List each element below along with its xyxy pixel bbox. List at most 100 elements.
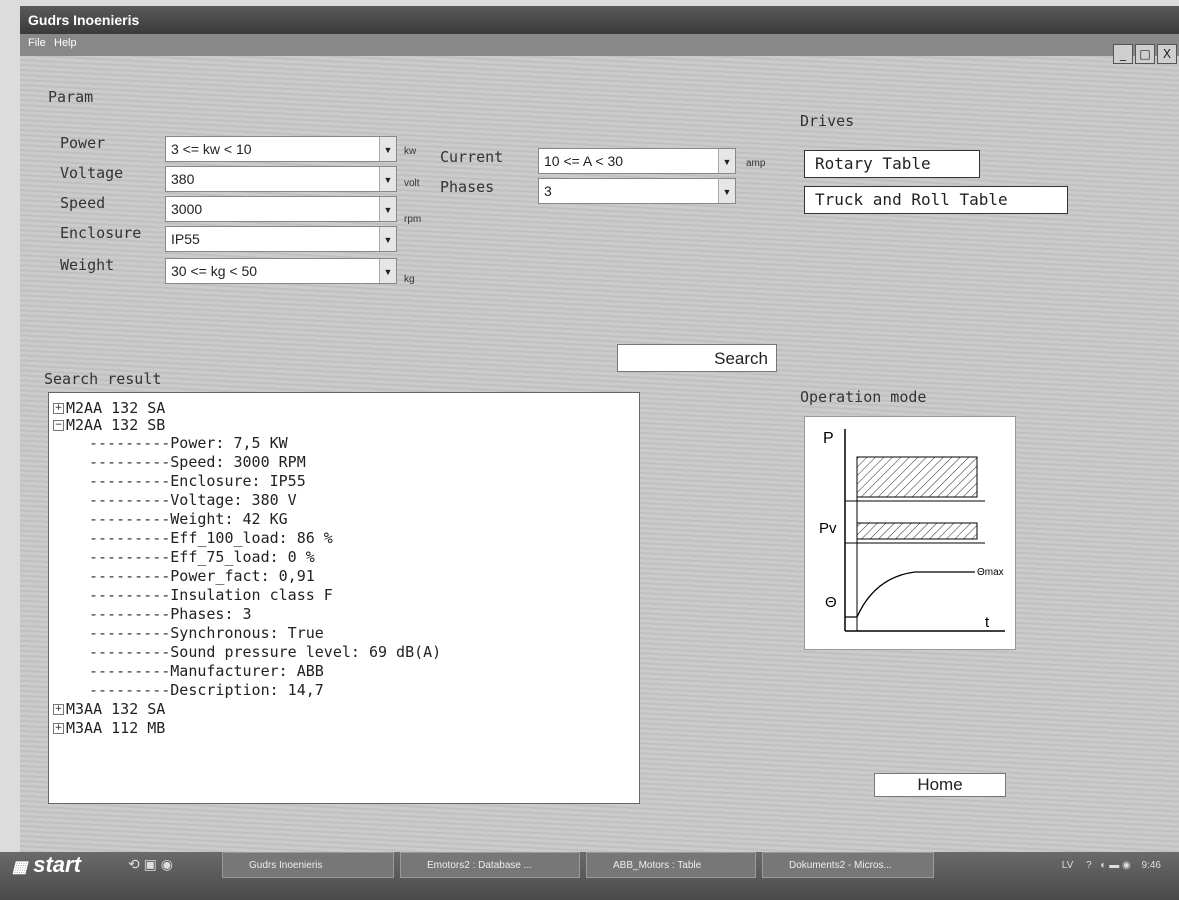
phases-value: 3 [544,183,552,199]
chevron-down-icon[interactable]: ▼ [379,227,396,251]
enclosure-combo[interactable]: IP55 ▼ [165,226,397,252]
tree-node-label: M2AA 132 SB [66,416,166,434]
speed-combo[interactable]: 3000 ▼ [165,196,397,222]
tree-node[interactable]: + M2AA 132 SA [53,399,165,417]
weight-label: Weight [60,256,115,274]
voltage-unit: volt [404,178,420,189]
enclosure-label: Enclosure [60,224,142,242]
operation-mode-svg: P Pv Θ Θmax t [819,429,1005,632]
expand-icon[interactable]: + [53,723,64,734]
detail-phases: Phases: 3 [170,605,252,623]
menu-help[interactable]: Help [54,37,77,49]
theta-max-label: Θmax [977,567,1004,578]
detail-sound: Sound pressure level: 69 dB(A) [170,643,442,661]
current-value: 10 <= A < 30 [544,153,624,169]
tree-leaf[interactable]: ---------Power: 7,5 KW [89,434,288,452]
detail-power-fact: Power_fact: 0,91 [170,567,315,585]
tree-node[interactable]: − M2AA 132 SB [53,416,165,434]
truck-roll-table-button[interactable]: Truck and Roll Table [804,186,1068,214]
tree-leaf[interactable]: ---------Synchronous: True [89,624,324,642]
menu-file[interactable]: File [28,37,46,49]
tree-node[interactable]: + M3AA 132 SA [53,700,165,718]
task-gudrs[interactable]: Gudrs Inoenieris [222,852,394,878]
start-label: start [33,852,81,877]
tree-node[interactable]: + M3AA 112 MB [53,719,165,737]
current-label: Current [440,148,504,166]
chevron-down-icon[interactable]: ▼ [718,179,735,203]
tree-leaf[interactable]: ---------Phases: 3 [89,605,252,623]
results-tree[interactable]: + M2AA 132 SA − M2AA 132 SB ---------Power… [48,392,640,804]
detail-eff100: Eff_100_load: 86 % [170,529,333,547]
taskbar: ▦ start ⟲ ▣ ◉ Gudrs Inoenieris Emotors2 … [0,852,1179,900]
menu-bar: File Help [20,34,1179,56]
tree-leaf[interactable]: ---------Insulation class F [89,586,333,604]
collapse-icon[interactable]: − [53,420,64,431]
tree-leaf[interactable]: ---------Eff_100_load: 86 % [89,529,333,547]
p-label: P [823,430,834,447]
power-value: 3 <= kw < 10 [171,141,252,157]
help-icon[interactable]: ? [1086,860,1092,871]
task-abb-motors[interactable]: ABB_Motors : Table [586,852,756,878]
current-combo[interactable]: 10 <= A < 30 ▼ [538,148,736,174]
weight-combo[interactable]: 30 <= kg < 50 ▼ [165,258,397,284]
theta-label: Θ [825,594,837,611]
tree-leaf[interactable]: ---------Sound pressure level: 69 dB(A) [89,643,441,661]
tree-leaf[interactable]: ---------Power_fact: 0,91 [89,567,315,585]
detail-speed: Speed: 3000 RPM [170,453,306,471]
expand-icon[interactable]: + [53,704,64,715]
operation-mode-heading: Operation mode [800,388,927,406]
system-tray: LV ? ◐ ▬ ◉ 9:46 [1062,860,1161,871]
detail-synchronous: Synchronous: True [170,624,324,642]
task-emotors[interactable]: Emotors2 : Database ... [400,852,580,878]
voltage-label: Voltage [60,164,124,182]
rotary-table-button[interactable]: Rotary Table [804,150,980,178]
tree-leaf[interactable]: ---------Eff_75_load: 0 % [89,548,315,566]
enclosure-value: IP55 [171,231,200,247]
power-combo[interactable]: 3 <= kw < 10 ▼ [165,136,397,162]
tree-leaf[interactable]: ---------Enclosure: IP55 [89,472,306,490]
app-window: Gudrs Inoenieris File Help _ □ X Param P… [20,6,1179,852]
weight-value: 30 <= kg < 50 [171,263,258,279]
close-button[interactable]: X [1157,44,1177,64]
clock: 9:46 [1141,860,1161,871]
tree-leaf[interactable]: ---------Speed: 3000 RPM [89,453,306,471]
current-unit: amp [746,158,766,169]
search-button[interactable]: Search [617,344,777,372]
windows-logo-icon: ▦ [12,859,28,876]
detail-power: Power: 7,5 KW [170,434,288,452]
chevron-down-icon[interactable]: ▼ [379,197,396,221]
speed-unit: rpm [404,214,422,225]
voltage-combo[interactable]: 380 ▼ [165,166,397,192]
detail-voltage: Voltage: 380 V [170,491,297,509]
expand-icon[interactable]: + [53,403,64,414]
tray-icons[interactable]: ◐ ▬ ◉ [1100,860,1130,871]
tree-leaf[interactable]: ---------Manufacturer: ABB [89,662,324,680]
start-button[interactable]: ▦ start [12,852,81,878]
language-indicator[interactable]: LV [1062,860,1074,871]
speed-label: Speed [60,194,106,212]
home-button[interactable]: Home [874,773,1006,797]
chevron-down-icon[interactable]: ▼ [718,149,735,173]
tree-leaf[interactable]: ---------Voltage: 380 V [89,491,297,509]
weight-unit: kg [404,274,415,285]
phases-combo[interactable]: 3 ▼ [538,178,736,204]
t-label: t [985,614,990,631]
maximize-button[interactable]: □ [1135,44,1155,64]
tree-node-label: M3AA 112 MB [66,719,166,737]
speed-value: 3000 [171,201,203,217]
detail-weight: Weight: 42 KG [170,510,288,528]
detail-manufacturer: Manufacturer: ABB [170,662,324,680]
operation-mode-diagram: P Pv Θ Θmax t [804,416,1016,650]
window-controls: _ □ X [1113,44,1177,64]
task-dokuments[interactable]: Dokuments2 - Micros... [762,852,934,878]
chevron-down-icon[interactable]: ▼ [379,259,396,283]
tree-leaf[interactable]: ---------Description: 14,7 [89,681,324,699]
tree-node-label: M2AA 132 SA [66,399,166,417]
search-result-heading: Search result [44,370,162,388]
chevron-down-icon[interactable]: ▼ [379,167,396,191]
tree-node-label: M3AA 132 SA [66,700,166,718]
minimize-button[interactable]: _ [1113,44,1133,64]
chevron-down-icon[interactable]: ▼ [379,137,396,161]
quick-launch-icons[interactable]: ⟲ ▣ ◉ [128,856,173,873]
tree-leaf[interactable]: ---------Weight: 42 KG [89,510,288,528]
